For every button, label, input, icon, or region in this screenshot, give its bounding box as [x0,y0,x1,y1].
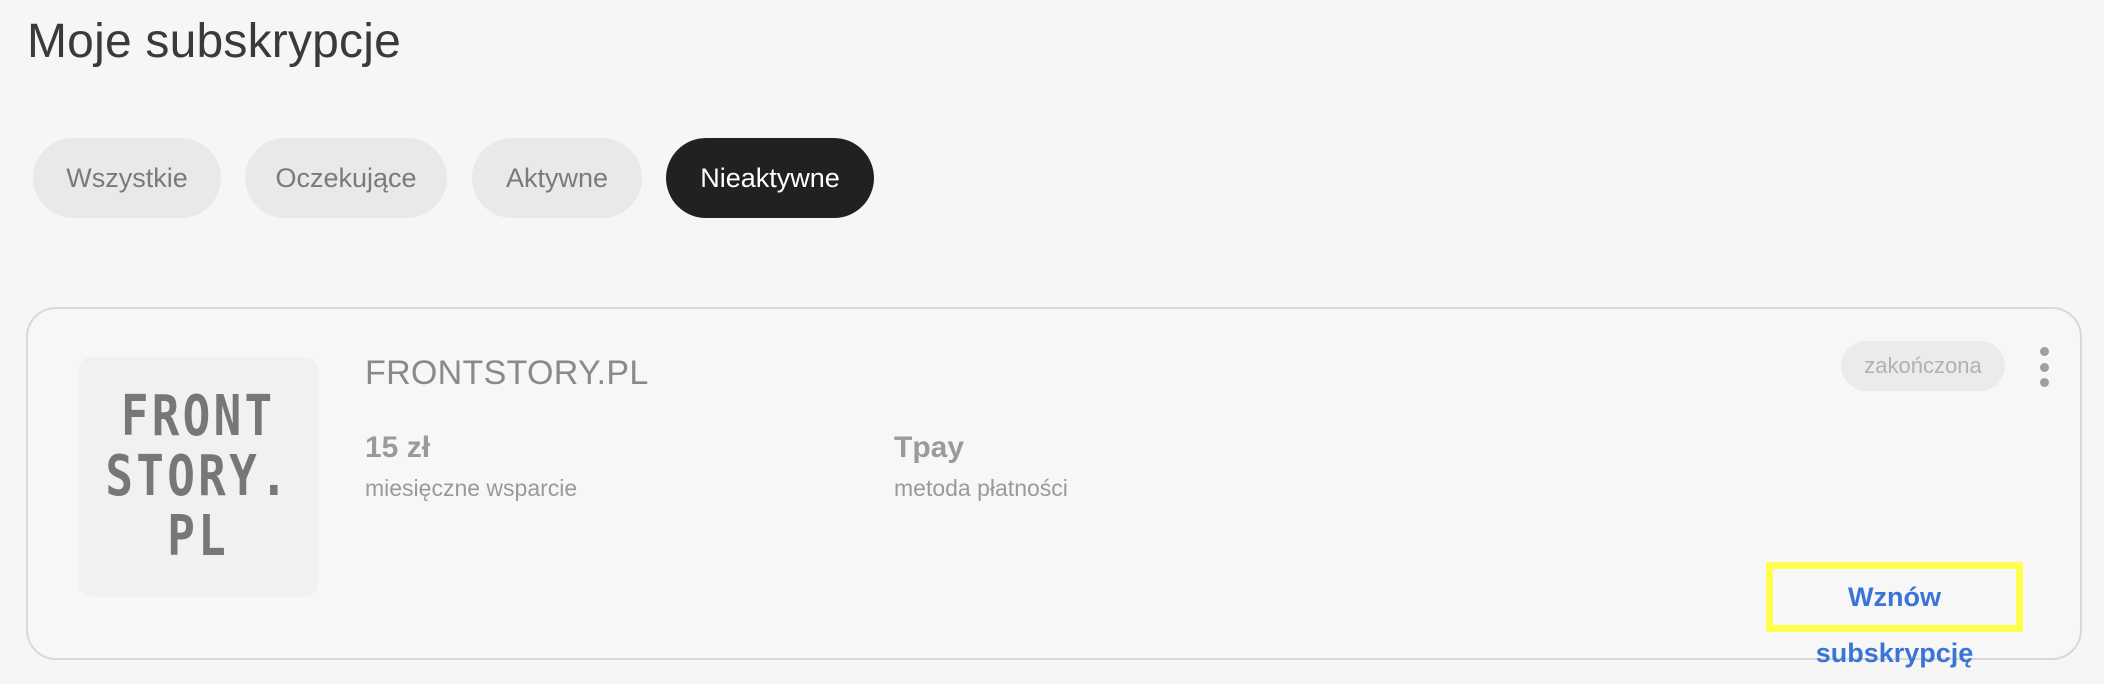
menu-dot [2039,347,2049,356]
status-badge: zakończona [1841,341,2005,391]
payment-method-label: metoda płatności [894,475,1068,501]
organization-name: FRONTSTORY.PL [365,354,649,392]
more-vertical-icon[interactable] [2031,347,2057,387]
tab-all[interactable]: Wszystkie [33,138,221,218]
support-amount-label: miesięczne wsparcie [365,475,578,501]
page-title: Moje subskrypcje [27,15,402,68]
support-amount: 15 zł [365,431,431,464]
tab-active[interactable]: Aktywne [472,138,642,218]
payment-method: Tpay [894,431,965,464]
menu-dot [2039,362,2049,372]
tab-pending[interactable]: Oczekujące [245,138,447,218]
resume-subscription-button[interactable]: Wznów subskrypcję [1766,562,2023,668]
organization-logo: FRONT STORY. PL [78,357,318,597]
menu-dot [2039,378,2049,387]
tab-inactive[interactable]: Nieaktywne [666,138,874,218]
logo-text: FRONT STORY. PL [105,384,291,569]
subscription-card: FRONT STORY. PL FRONTSTORY.PL 15 zł mies… [26,307,2082,668]
